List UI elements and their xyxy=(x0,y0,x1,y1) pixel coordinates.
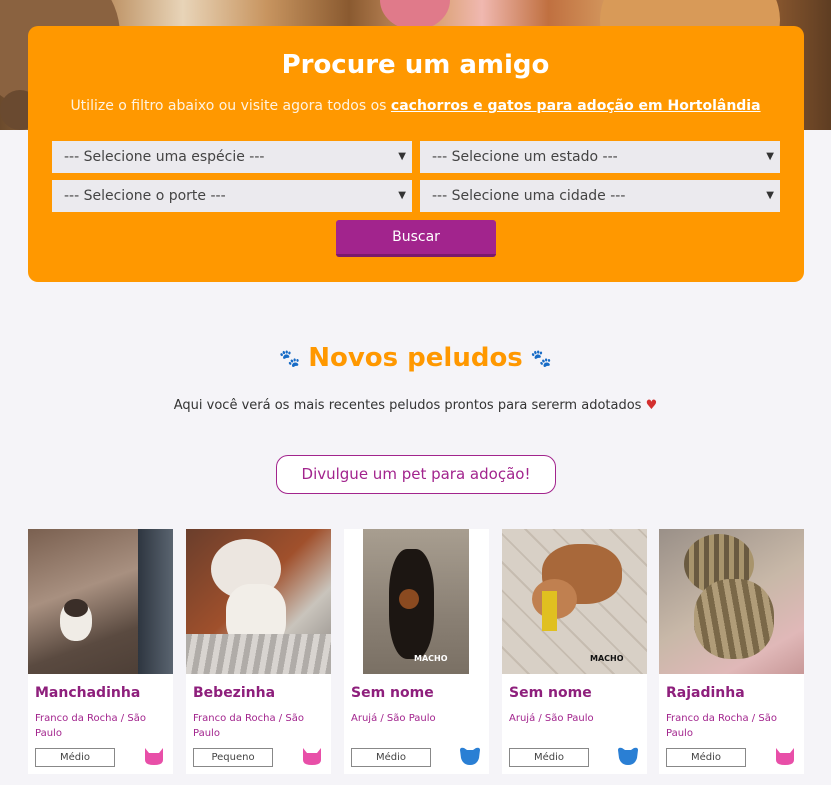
section-title-text: Novos peludos xyxy=(308,343,523,373)
pet-photo xyxy=(28,529,173,674)
search-button[interactable]: Buscar xyxy=(336,220,496,257)
pet-card[interactable]: Rajadinha Franco da Rocha / São Paulo Mé… xyxy=(659,529,804,774)
pet-location: Arujá / São Paulo xyxy=(351,713,436,724)
pet-name: Rajadinha xyxy=(666,685,745,701)
search-subtitle-text: Utilize o filtro abaixo ou visite agora … xyxy=(70,98,387,114)
advertise-pet-button[interactable]: Divulgue um pet para adoção! xyxy=(276,455,556,494)
pet-name: Manchadinha xyxy=(35,685,141,701)
pet-name: Bebezinha xyxy=(193,685,276,701)
cat-shape xyxy=(776,748,794,765)
photo-watermark: MACHO xyxy=(590,654,624,663)
cat-shape xyxy=(303,748,321,765)
pet-size-badge: Médio xyxy=(509,748,589,767)
pet-size-badge: Médio xyxy=(35,748,115,767)
chevron-down-icon: ▼ xyxy=(766,190,774,201)
species-select[interactable]: --- Selecione uma espécie --- ▼ xyxy=(52,141,412,173)
pet-card[interactable]: Manchadinha Franco da Rocha / São Paulo … xyxy=(28,529,173,774)
state-select-value: --- Selecione um estado --- xyxy=(432,149,618,165)
heart-icon: ♥ xyxy=(645,398,658,413)
species-select-value: --- Selecione uma espécie --- xyxy=(64,149,265,165)
pet-photo: MACHO xyxy=(344,529,489,674)
pet-location: Franco da Rocha / São Paulo xyxy=(35,713,146,739)
dog-shape xyxy=(618,747,638,765)
pet-photo xyxy=(186,529,331,674)
state-select[interactable]: --- Selecione um estado --- ▼ xyxy=(420,141,780,173)
pet-card[interactable]: MACHO Sem nome Arujá / São Paulo Médio xyxy=(344,529,489,774)
pet-photo xyxy=(659,529,804,674)
pet-card[interactable]: MACHO Sem nome Arujá / São Paulo Médio xyxy=(502,529,647,774)
cat-icon xyxy=(145,748,163,765)
city-select[interactable]: --- Selecione uma cidade --- ▼ xyxy=(420,180,780,212)
pet-location: Franco da Rocha / São Paulo xyxy=(193,713,304,739)
search-subtitle: Utilize o filtro abaixo ou visite agora … xyxy=(0,98,831,114)
pet-location: Arujá / São Paulo xyxy=(509,713,594,724)
chevron-down-icon: ▼ xyxy=(398,151,406,162)
photo-watermark: MACHO xyxy=(414,654,448,663)
adoption-link[interactable]: cachorros e gatos para adoção em Hortolâ… xyxy=(391,98,761,114)
search-title: Procure um amigo xyxy=(281,50,550,80)
dog-icon xyxy=(460,747,480,765)
chevron-down-icon: ▼ xyxy=(398,190,406,201)
pet-size-badge: Médio xyxy=(666,748,746,767)
pet-size-badge: Pequeno xyxy=(193,748,273,767)
paw-icon: 🐾 xyxy=(279,348,301,369)
dog-icon xyxy=(618,747,638,765)
section-subtitle-text: Aqui você verá os mais recentes peludos … xyxy=(173,398,642,413)
pet-name: Sem nome xyxy=(509,685,592,701)
section-title: 🐾 Novos peludos 🐾 xyxy=(0,343,831,373)
pet-location: Franco da Rocha / São Paulo xyxy=(666,713,777,739)
size-select[interactable]: --- Selecione o porte --- ▼ xyxy=(52,180,412,212)
cat-icon xyxy=(776,748,794,765)
dog-shape xyxy=(460,747,480,765)
chevron-down-icon: ▼ xyxy=(766,151,774,162)
city-select-value: --- Selecione uma cidade --- xyxy=(432,188,626,204)
cat-icon xyxy=(303,748,321,765)
pet-name: Sem nome xyxy=(351,685,434,701)
size-select-value: --- Selecione o porte --- xyxy=(64,188,226,204)
section-subtitle: Aqui você verá os mais recentes peludos … xyxy=(0,398,831,413)
cat-shape xyxy=(145,748,163,765)
pet-size-badge: Médio xyxy=(351,748,431,767)
paw-icon: 🐾 xyxy=(530,348,552,369)
pet-card[interactable]: Bebezinha Franco da Rocha / São Paulo Pe… xyxy=(186,529,331,774)
pet-photo: MACHO xyxy=(502,529,647,674)
